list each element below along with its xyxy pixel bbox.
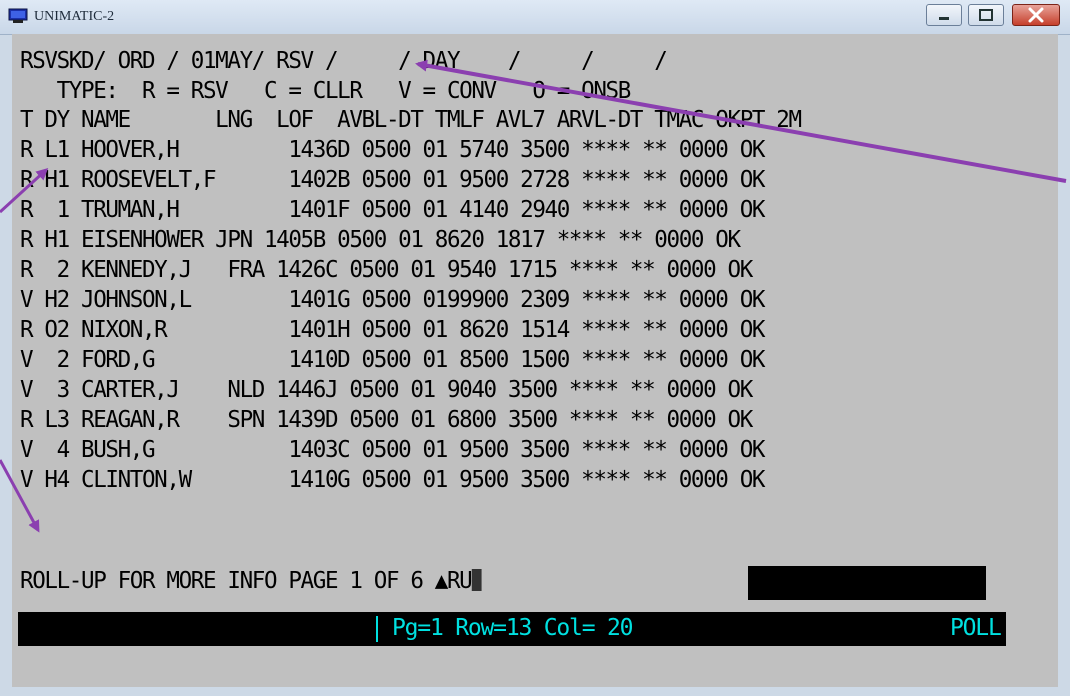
column-headers: T DY NAME LNG LOF AVBL-DT TMLF AVL7 ARVL…	[20, 107, 802, 133]
table-row: R L3 REAGAN,R SPN 1439D 0500 01 6800 350…	[20, 407, 753, 433]
terminal-app-icon	[8, 8, 28, 23]
footer-line: ROLL-UP FOR MORE INFO PAGE 1 OF 6 ▲RU	[20, 568, 482, 594]
cursor-position: Pg=1 Row=13 Col= 20	[392, 615, 633, 641]
table-row: R 2 KENNEDY,J FRA 1426C 0500 01 9540 171…	[20, 257, 753, 283]
maximize-icon	[979, 9, 993, 21]
rollup-message: ROLL-UP FOR MORE INFO PAGE 1 OF 6 ▲RU	[20, 568, 473, 594]
table-row: R L1 HOOVER,H 1436D 0500 01 5740 3500 **…	[20, 137, 765, 163]
text-cursor	[471, 569, 482, 591]
minimize-button[interactable]	[926, 4, 962, 26]
table-row: V 2 FORD,G 1410D 0500 01 8500 1500 **** …	[20, 347, 765, 373]
status-separator	[376, 616, 378, 642]
status-bar: Pg=1 Row=13 Col= 20 POLL	[18, 612, 1006, 646]
close-button[interactable]	[1012, 4, 1060, 26]
table-row: V H2 JOHNSON,L 1401G 0500 0199900 2309 *…	[20, 287, 765, 313]
terminal-window: UNIMATIC-2 RSVSKD/ ORD / 01MAY/ RSV / / …	[0, 0, 1070, 696]
maximize-button[interactable]	[968, 4, 1004, 26]
window-title: UNIMATIC-2	[34, 9, 115, 24]
table-row: V H4 CLINTON,W 1410G 0500 01 9500 3500 *…	[20, 467, 765, 493]
table-row: R 1 TRUMAN,H 1401F 0500 01 4140 2940 ***…	[20, 197, 765, 223]
redacted-region	[748, 566, 986, 600]
terminal-screen[interactable]: RSVSKD/ ORD / 01MAY/ RSV / / DAY / / / T…	[12, 34, 1058, 687]
title-bar[interactable]: UNIMATIC-2	[0, 0, 1070, 35]
minimize-icon	[939, 17, 949, 20]
table-row: V 3 CARTER,J NLD 1446J 0500 01 9040 3500…	[20, 377, 753, 403]
close-icon	[1028, 7, 1044, 23]
command-header: RSVSKD/ ORD / 01MAY/ RSV / / DAY / / /	[20, 48, 668, 74]
type-legend: TYPE: R = RSV C = CLLR V = CONV O = ONSB	[20, 78, 632, 104]
connection-mode: POLL	[950, 615, 1002, 641]
table-row: V 4 BUSH,G 1403C 0500 01 9500 3500 **** …	[20, 437, 765, 463]
table-row: R H1 EISENHOWER JPN 1405B 0500 01 8620 1…	[20, 227, 741, 253]
table-row: R O2 NIXON,R 1401H 0500 01 8620 1514 ***…	[20, 317, 765, 343]
table-row: R H1 ROOSEVELT,F 1402B 0500 01 9500 2728…	[20, 167, 765, 193]
